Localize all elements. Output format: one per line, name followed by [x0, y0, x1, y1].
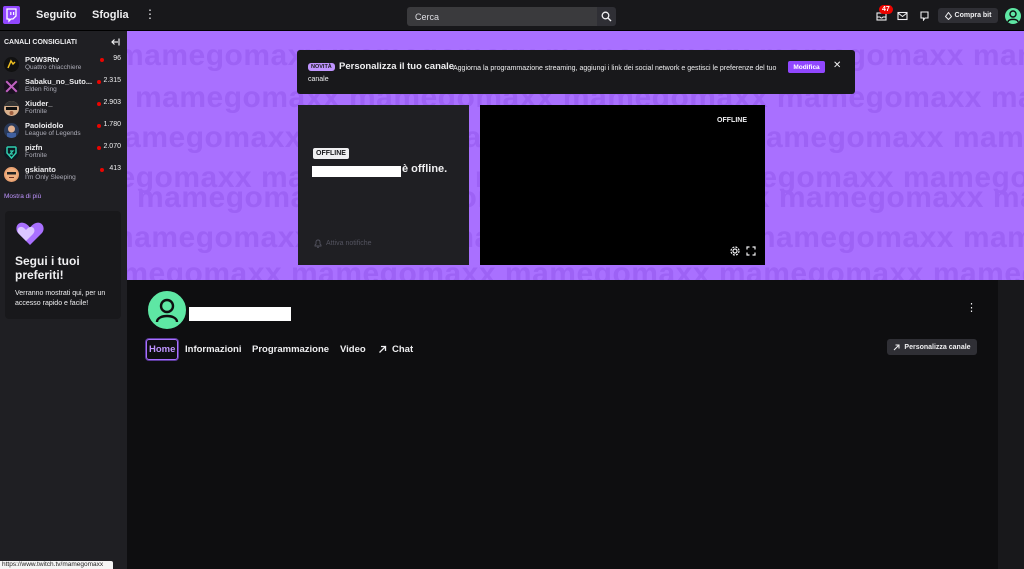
- channel-avatar: [4, 57, 19, 72]
- redacted-channel-title: [189, 307, 291, 321]
- video-player[interactable]: OFFLINE: [480, 105, 765, 265]
- bell-icon: [314, 239, 322, 248]
- follow-favorites-card: Segui i tuoi preferiti! Verranno mostrat…: [5, 211, 121, 319]
- channel-more-icon[interactable]: ⋮: [966, 303, 977, 314]
- show-more-link[interactable]: Mostra di più: [4, 193, 41, 200]
- offline-text: è offline.: [402, 163, 448, 175]
- channel-avatar: [4, 101, 19, 116]
- search-icon: [601, 11, 612, 22]
- channel-game: League of Legends: [25, 130, 81, 137]
- link-status-bar: https://www.twitch.tv/mamegomaxx: [0, 561, 113, 569]
- chat-bubble-icon[interactable]: [919, 11, 930, 21]
- channel-avatar: [4, 167, 19, 182]
- close-icon[interactable]: ✕: [833, 60, 841, 72]
- channel-name: gskianto: [25, 165, 56, 174]
- buy-bits-label: Compra bit: [954, 12, 992, 19]
- sidebar-channel[interactable]: POW3Rtv Quattro chiacchiere 96: [0, 54, 127, 76]
- live-indicator: [97, 124, 101, 128]
- channel-name: pizfn: [25, 143, 43, 152]
- offline-card: OFFLINE è offline. Attiva notifiche: [298, 105, 469, 265]
- sidebar-channel[interactable]: Paoloidolo League of Legends 1.780: [0, 120, 127, 142]
- customize-channel-button[interactable]: Personalizza canale: [887, 339, 977, 355]
- channel-avatar: [4, 123, 19, 138]
- follow-card-subtitle: Verranno mostrati qui, per un accesso ra…: [15, 290, 106, 307]
- channel-avatar: [4, 145, 19, 160]
- enable-notifications-label: Attiva notifiche: [326, 240, 372, 247]
- nav-following[interactable]: Seguito: [36, 9, 76, 21]
- live-indicator: [97, 102, 101, 106]
- channel-name: Paoloidolo: [25, 121, 64, 130]
- channel-game: Fortnite: [25, 152, 48, 159]
- viewer-count: 96: [113, 55, 121, 62]
- collapse-sidebar-icon[interactable]: [110, 37, 120, 47]
- top-nav: Seguito Sfoglia ⋮ 47 Compra bit: [0, 0, 1024, 31]
- sidebar-channel[interactable]: gskianto I'm Only Sleeping 413: [0, 164, 127, 186]
- bits-icon: [944, 11, 952, 20]
- heart-icon: [16, 222, 44, 245]
- arrow-up-right-icon: [894, 343, 900, 350]
- channel-game: Quattro chiacchiere: [25, 64, 82, 71]
- settings-gear-icon[interactable]: [730, 246, 740, 256]
- whispers-icon[interactable]: [897, 11, 908, 21]
- follow-card-title: Segui i tuoi preferiti!: [15, 254, 80, 282]
- viewer-count: 2.315: [103, 77, 121, 84]
- channel-avatar-large[interactable]: [148, 291, 186, 329]
- sidebar: CANALI CONSIGLIATI POW3Rtv Quattro chiac…: [0, 31, 127, 569]
- right-column: [998, 280, 1024, 569]
- channel-content: [127, 280, 998, 569]
- edit-button[interactable]: Modifica: [788, 61, 825, 73]
- more-options-icon[interactable]: ⋮: [144, 8, 156, 20]
- live-indicator: [97, 146, 101, 150]
- enable-notifications-button[interactable]: Attiva notifiche: [314, 239, 372, 248]
- offline-tag: OFFLINE: [313, 148, 349, 159]
- channel-game: Elden Ring: [25, 86, 57, 93]
- player-status: OFFLINE: [717, 117, 747, 124]
- viewer-count: 413: [109, 165, 121, 172]
- live-indicator: [100, 168, 104, 172]
- notifications-badge: 47: [879, 5, 893, 14]
- tab-schedule[interactable]: Programmazione: [252, 344, 329, 355]
- channel-name: Xiuder_: [25, 99, 53, 108]
- user-avatar[interactable]: [1005, 8, 1021, 24]
- tab-videos[interactable]: Video: [340, 344, 366, 355]
- channel-game: Fortnite: [25, 108, 48, 115]
- viewer-count: 1.780: [103, 121, 121, 128]
- nav-browse[interactable]: Sfoglia: [92, 9, 129, 21]
- tab-chat[interactable]: Chat: [392, 344, 413, 355]
- sidebar-channel[interactable]: Xiuder_ Fortnite 2.903: [0, 98, 127, 120]
- search-button[interactable]: [597, 7, 616, 26]
- search-input[interactable]: [407, 7, 597, 26]
- viewer-count: 2.070: [103, 143, 121, 150]
- tab-about[interactable]: Informazioni: [185, 344, 241, 355]
- live-indicator: [97, 80, 101, 84]
- sidebar-channel[interactable]: pizfn Fortnite 2.070: [0, 142, 127, 164]
- sidebar-title: CANALI CONSIGLIATI: [4, 39, 77, 46]
- channel-avatar: [4, 79, 19, 94]
- channel-game: I'm Only Sleeping: [25, 174, 76, 181]
- popout-arrow-icon: [379, 345, 387, 353]
- buy-bits-button[interactable]: Compra bit: [938, 8, 998, 23]
- customize-channel-notice: NOVITÀ Aggiorna la programmazione stream…: [297, 50, 855, 94]
- viewer-count: 2.903: [103, 99, 121, 106]
- channel-name: POW3Rtv: [25, 55, 60, 64]
- fullscreen-icon[interactable]: [746, 246, 756, 256]
- redacted-channel-name: [312, 166, 401, 177]
- live-indicator: [100, 58, 104, 62]
- twitch-logo-icon[interactable]: [3, 6, 20, 24]
- channel-name: Sabaku_no_Suto...: [25, 77, 93, 86]
- customize-channel-label: Personalizza canale: [904, 343, 971, 351]
- tab-home[interactable]: Home: [146, 339, 179, 360]
- notice-title: Personalizza il tuo canale: [339, 61, 455, 72]
- sidebar-channel[interactable]: Sabaku_no_Suto... Elden Ring 2.315: [0, 76, 127, 98]
